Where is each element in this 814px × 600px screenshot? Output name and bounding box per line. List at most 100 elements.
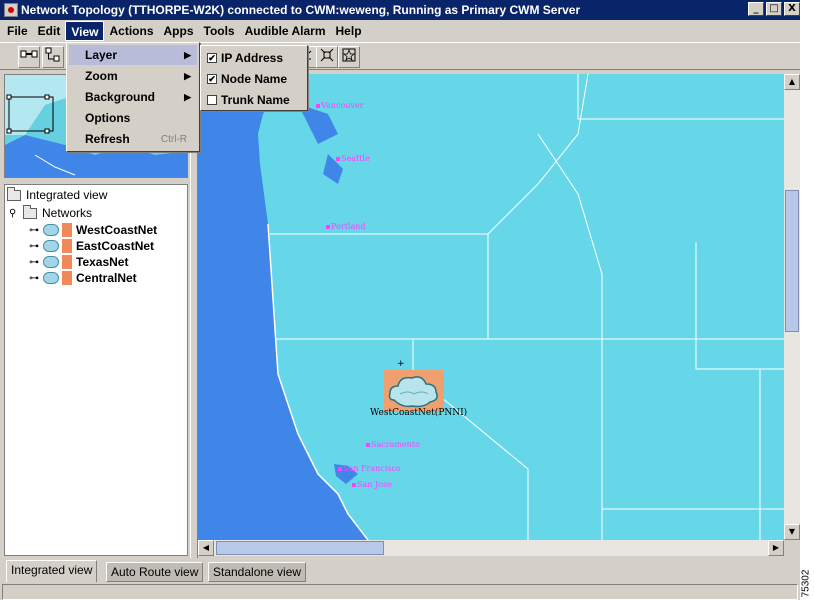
city-label: Vancouver bbox=[321, 101, 364, 110]
map-horizontal-scrollbar[interactable]: ◀ ▶ bbox=[198, 540, 784, 556]
application-window: Network Topology (TTHORPE-W2K) connected… bbox=[0, 0, 800, 600]
menu-actions[interactable]: Actions bbox=[104, 21, 158, 41]
city-marker-san-francisco[interactable]: San Francisco bbox=[338, 464, 401, 473]
menu-item-background-label: Background bbox=[85, 90, 156, 104]
folder-icon bbox=[23, 204, 37, 219]
menu-actions-label: Actions bbox=[109, 24, 154, 38]
maximize-button[interactable]: □ bbox=[766, 2, 782, 16]
status-indicator bbox=[62, 255, 72, 269]
horizontal-scroll-thumb[interactable] bbox=[216, 541, 384, 555]
node-hierarchy-tool-icon[interactable] bbox=[42, 46, 64, 68]
view-tabs: Integrated view Auto Route view Standalo… bbox=[0, 560, 800, 582]
map-vertical-scrollbar[interactable]: ▲ ▼ bbox=[784, 74, 800, 540]
minimize-button[interactable]: _ bbox=[748, 2, 764, 16]
city-label: Sacramento bbox=[371, 440, 420, 449]
menu-view[interactable]: View bbox=[65, 21, 105, 41]
window-title: Network Topology (TTHORPE-W2K) connected… bbox=[21, 3, 581, 17]
checkbox-checked-icon[interactable]: ✔ bbox=[207, 74, 217, 84]
tree-item-texasnet[interactable]: ⊶ TexasNet bbox=[29, 254, 128, 270]
menu-item-refresh[interactable]: Refresh Ctrl-R bbox=[69, 129, 197, 149]
fit-to-window-icon[interactable] bbox=[316, 46, 338, 68]
menu-bar: File Edit View Actions Apps Tools Audibl… bbox=[0, 20, 800, 42]
menu-item-node-name[interactable]: ✔ Node Name bbox=[203, 69, 305, 89]
menu-help-label: Help bbox=[335, 24, 362, 38]
network-map-tool-icon[interactable] bbox=[18, 46, 40, 68]
status-indicator bbox=[62, 223, 72, 237]
menu-item-ip-address-label: IP Address bbox=[221, 51, 284, 65]
layer-submenu: ✔ IP Address ✔ Node Name Trunk Name bbox=[200, 45, 308, 111]
network-label: EastCoastNet bbox=[76, 239, 155, 253]
submenu-arrow-icon: ▶ bbox=[184, 70, 191, 81]
menu-item-options-label: Options bbox=[85, 111, 131, 125]
menu-item-background[interactable]: Background ▶ bbox=[69, 87, 197, 107]
status-bar bbox=[2, 584, 798, 600]
network-node-westcoastnet[interactable] bbox=[384, 370, 444, 412]
view-menu-dropdown: Layer ▶ Zoom ▶ Background ▶ Options Refr… bbox=[66, 42, 200, 152]
menu-tools-label: Tools bbox=[203, 24, 235, 38]
city-marker-portland[interactable]: Portland bbox=[326, 222, 366, 231]
city-dot-icon bbox=[352, 482, 356, 487]
city-marker-seattle[interactable]: Seattle bbox=[336, 154, 370, 163]
menu-item-node-name-label: Node Name bbox=[221, 72, 288, 86]
expand-toggle-icon[interactable]: ⊶ bbox=[29, 257, 43, 268]
checkbox-checked-icon[interactable]: ✔ bbox=[207, 53, 217, 63]
network-label: CentralNet bbox=[76, 271, 137, 285]
figure-id: 75302 bbox=[800, 566, 814, 600]
city-marker-vancouver[interactable]: Vancouver bbox=[316, 101, 364, 110]
city-label: San Francisco bbox=[343, 464, 401, 473]
expand-toggle-icon[interactable]: ⊶ bbox=[29, 273, 43, 284]
menu-item-zoom-label: Zoom bbox=[85, 69, 118, 83]
city-marker-san-jose[interactable]: San Jose bbox=[352, 480, 392, 489]
tree-networks-label: Networks bbox=[42, 206, 93, 220]
tree-networks-folder[interactable]: ⚲ Networks bbox=[9, 204, 93, 221]
menu-file[interactable]: File bbox=[2, 21, 33, 41]
city-dot-icon bbox=[366, 442, 370, 447]
tab-standalone-view[interactable]: Standalone view bbox=[208, 562, 307, 582]
tree-item-westcoastnet[interactable]: ⊶ WestCoastNet bbox=[29, 222, 157, 238]
tree-root[interactable]: Integrated view bbox=[7, 186, 108, 203]
scroll-corner bbox=[784, 540, 800, 556]
tree-item-eastcoastnet[interactable]: ⊶ EastCoastNet bbox=[29, 238, 154, 254]
topology-map[interactable]: Vancouver Seattle Portland Sacramento Sa… bbox=[198, 74, 784, 540]
tab-auto-route-view[interactable]: Auto Route view bbox=[106, 562, 204, 582]
close-button[interactable]: X bbox=[784, 2, 800, 16]
network-tree: Integrated view ⚲ Networks ⊶ WestCoastNe… bbox=[4, 184, 188, 556]
star-tool-icon[interactable] bbox=[338, 46, 360, 68]
scroll-right-icon[interactable]: ▶ bbox=[768, 540, 784, 556]
menu-item-ip-address[interactable]: ✔ IP Address bbox=[203, 48, 305, 68]
city-dot-icon bbox=[338, 466, 342, 471]
title-bar: Network Topology (TTHORPE-W2K) connected… bbox=[0, 0, 800, 20]
menu-item-layer[interactable]: Layer ▶ bbox=[69, 45, 197, 65]
network-label: WestCoastNet bbox=[76, 223, 158, 237]
menu-edit[interactable]: Edit bbox=[33, 21, 66, 41]
menu-tools[interactable]: Tools bbox=[199, 21, 240, 41]
menu-apps[interactable]: Apps bbox=[159, 21, 199, 41]
tree-root-label: Integrated view bbox=[26, 188, 108, 202]
checkbox-unchecked-icon[interactable] bbox=[207, 95, 217, 105]
vertical-scroll-thumb[interactable] bbox=[785, 190, 799, 332]
menu-help[interactable]: Help bbox=[331, 21, 367, 41]
scroll-down-icon[interactable]: ▼ bbox=[784, 524, 800, 540]
scroll-left-icon[interactable]: ◀ bbox=[198, 540, 214, 556]
menu-audible-alarm-label: Audible Alarm bbox=[244, 24, 326, 38]
cloud-network-icon bbox=[43, 240, 59, 252]
menu-item-trunk-name[interactable]: Trunk Name bbox=[203, 90, 305, 110]
menu-file-label: File bbox=[7, 24, 28, 38]
menu-apps-label: Apps bbox=[163, 24, 194, 38]
menu-item-refresh-label: Refresh bbox=[85, 132, 130, 146]
menu-edit-label: Edit bbox=[37, 24, 61, 38]
expand-toggle-icon[interactable]: ⊶ bbox=[29, 225, 43, 236]
cursor-crosshair-icon: + bbox=[397, 359, 405, 369]
scroll-up-icon[interactable]: ▲ bbox=[784, 74, 800, 90]
menu-item-zoom[interactable]: Zoom ▶ bbox=[69, 66, 197, 86]
city-label: Seattle bbox=[341, 154, 370, 163]
submenu-arrow-icon: ▶ bbox=[184, 91, 191, 102]
menu-audible-alarm[interactable]: Audible Alarm bbox=[240, 21, 331, 41]
tab-integrated-view[interactable]: Integrated view bbox=[6, 560, 98, 582]
expand-toggle-icon[interactable]: ⊶ bbox=[29, 241, 43, 252]
tree-item-centralnet[interactable]: ⊶ CentralNet bbox=[29, 270, 137, 286]
city-dot-icon bbox=[326, 224, 330, 229]
city-marker-sacramento[interactable]: Sacramento bbox=[366, 440, 420, 449]
menu-item-options[interactable]: Options bbox=[69, 108, 197, 128]
expand-toggle-icon[interactable]: ⚲ bbox=[9, 208, 23, 219]
